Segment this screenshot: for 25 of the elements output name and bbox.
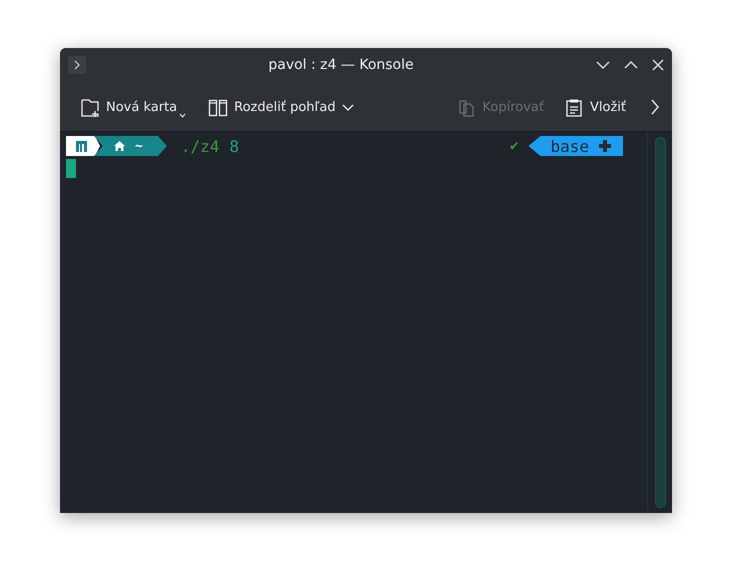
toolbar-button[interactable]: Rozdeliť pohľad [206, 94, 356, 120]
status-check: ✔ [510, 138, 518, 154]
window-title: pavol : z4 — Konsole [267, 57, 415, 73]
dropdown-caret-icon [342, 104, 354, 112]
text-cursor [66, 159, 76, 178]
toolbar-button[interactable]: Vložiť [562, 94, 628, 120]
clipboard-icon [564, 98, 584, 118]
command-text: ./z4 [180, 136, 220, 156]
maximize-icon[interactable] [624, 61, 638, 69]
chevron-icon [73, 60, 81, 70]
new-tab-icon [80, 98, 100, 118]
scrollbar-thumb[interactable] [654, 137, 666, 508]
app-menu-button[interactable] [68, 56, 86, 74]
close-icon[interactable] [652, 59, 664, 71]
directory-text: ~ [135, 138, 143, 154]
plus-shape-icon [599, 140, 611, 152]
caret-icon [179, 112, 186, 118]
minimize-icon[interactable] [596, 61, 610, 69]
split-view-icon [208, 98, 228, 118]
environment-name: base [550, 136, 589, 156]
command-argument: 8 [229, 136, 239, 156]
more-chevron-icon[interactable] [650, 98, 660, 116]
distro-logo-icon [76, 140, 87, 152]
home-icon [114, 141, 125, 151]
toolbar-button[interactable]: Nová karta [78, 94, 188, 120]
